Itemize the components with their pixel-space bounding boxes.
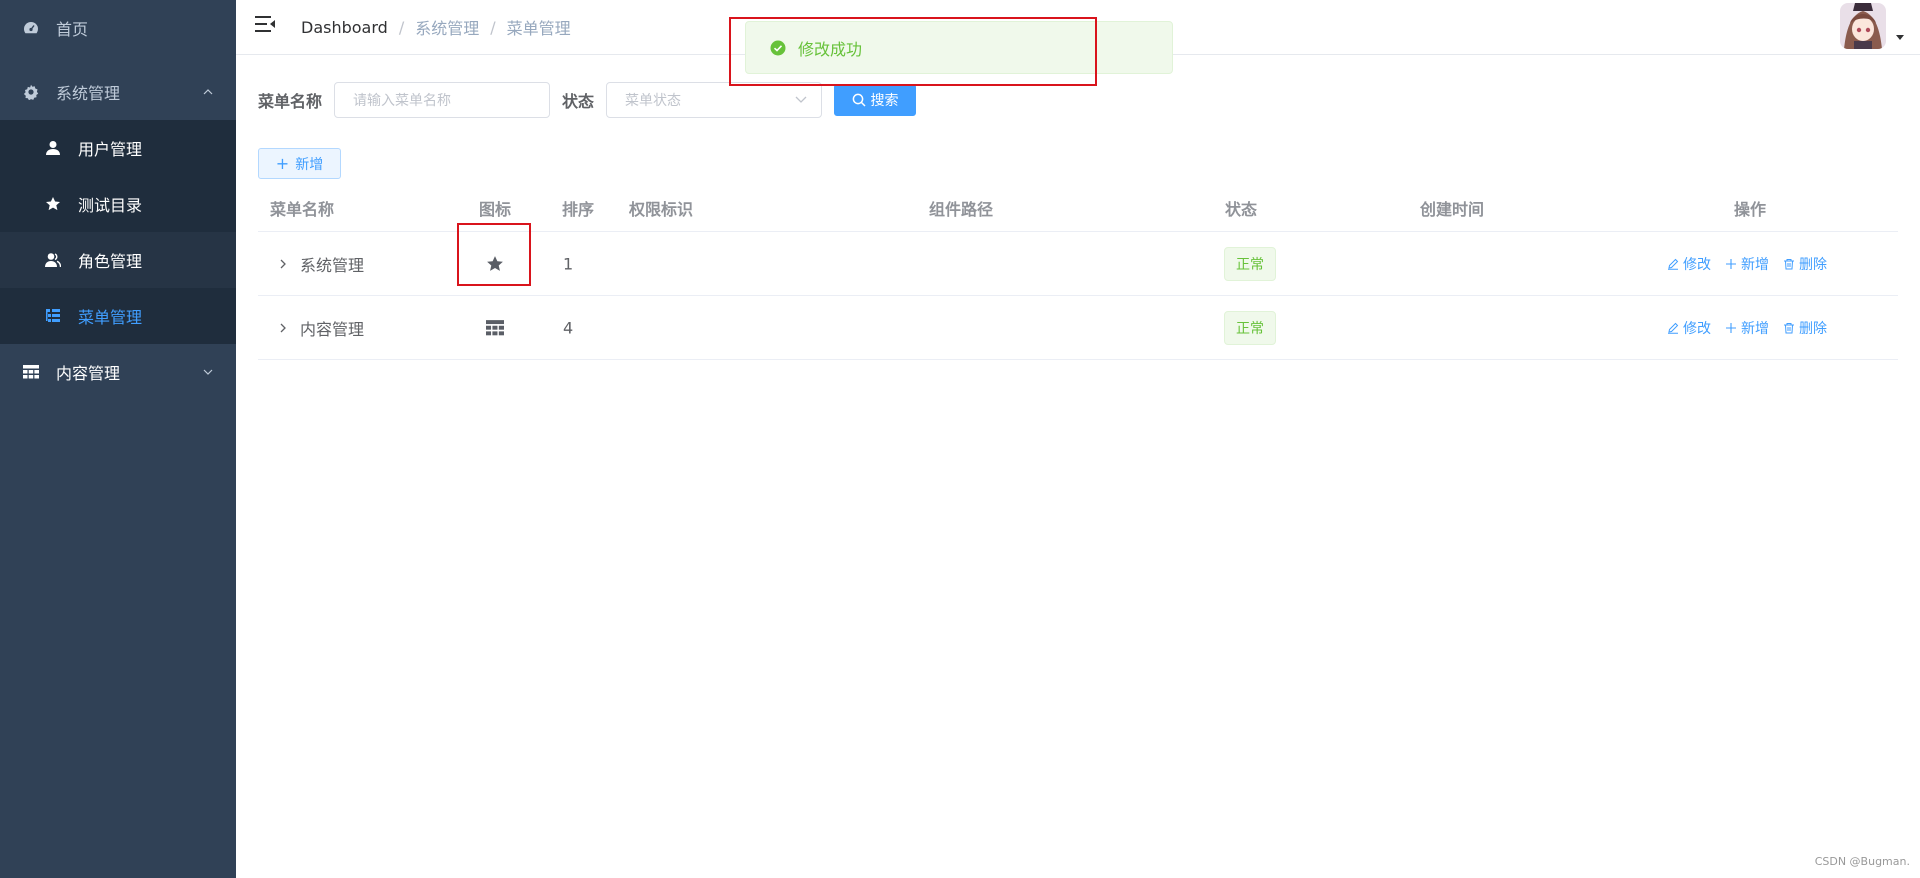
submenu-system: 用户管理 测试目录 角色管理 菜单管理 — [0, 120, 236, 344]
chevron-right-icon[interactable] — [278, 322, 288, 334]
edit-button[interactable]: 修改 — [1667, 318, 1711, 338]
hamburger-icon[interactable] — [254, 14, 276, 34]
table-icon — [20, 363, 42, 381]
plus-icon — [1726, 258, 1736, 269]
sidebar-item-label: 菜单管理 — [78, 308, 143, 327]
status-cell: 正常 — [1224, 310, 1276, 345]
name-cell: 内容管理 — [278, 316, 364, 340]
status-select[interactable]: 菜单状态 — [606, 82, 823, 118]
menu-name: 内容管理 — [300, 319, 365, 339]
add-button-label: 新增 — [295, 156, 324, 173]
sidebar-item-label: 首页 — [56, 20, 89, 39]
breadcrumb-item-system: 系统管理 — [415, 19, 480, 38]
status-placeholder: 菜单状态 — [625, 93, 682, 109]
menu-name-label: 菜单名称 — [258, 92, 323, 111]
icon-cell — [486, 319, 504, 336]
sidebar-item-label: 内容管理 — [56, 364, 121, 383]
sidebar-item-label: 用户管理 — [78, 140, 143, 159]
sidebar: 首页 系统管理 用户管理 测试目录 角色管理 菜单管理 内容管理 — [0, 0, 236, 878]
breadcrumb-item-dashboard[interactable]: Dashboard — [301, 18, 388, 37]
delete-label: 删除 — [1799, 320, 1827, 337]
add-child-button[interactable]: 新增 — [1725, 318, 1769, 338]
column-header-icon: 图标 — [479, 200, 512, 219]
search-button-label: 搜索 — [870, 93, 899, 109]
search-form: 菜单名称 请输入菜单名称 状态 菜单状态 搜索 — [258, 82, 917, 118]
column-header-created: 创建时间 — [1420, 200, 1485, 219]
column-header-order: 排序 — [562, 200, 595, 219]
highlight-box-icon — [457, 223, 531, 286]
sidebar-item-menus[interactable]: 菜单管理 — [0, 288, 236, 344]
edit-label: 修改 — [1683, 320, 1711, 337]
sidebar-item-label: 测试目录 — [78, 196, 143, 215]
status-badge: 正常 — [1224, 310, 1276, 345]
status-cell: 正常 — [1224, 246, 1276, 281]
gear-icon — [20, 83, 42, 101]
chevron-down-icon — [795, 96, 807, 103]
user-icon — [42, 139, 64, 157]
search-button[interactable]: 搜索 — [834, 84, 917, 116]
breadcrumb-separator: / — [398, 17, 405, 37]
column-header-actions: 操作 — [1734, 200, 1767, 219]
caret-down-icon[interactable] — [1894, 32, 1906, 42]
column-header-component: 组件路径 — [929, 200, 994, 219]
sidebar-item-label: 系统管理 — [56, 84, 121, 103]
breadcrumb-separator: / — [490, 17, 496, 37]
chevron-up-icon — [203, 89, 213, 95]
avatar[interactable] — [1840, 3, 1886, 49]
name-cell: 系统管理 — [278, 252, 364, 276]
add-label: 新增 — [1741, 256, 1769, 273]
highlight-box-toast — [729, 17, 1097, 86]
breadcrumb: Dashboard / 系统管理 / 菜单管理 — [301, 15, 571, 39]
users-icon — [42, 251, 64, 269]
table-icon — [486, 319, 504, 335]
add-child-button[interactable]: 新增 — [1725, 254, 1769, 274]
plus-icon: + — [275, 154, 290, 173]
star-icon — [42, 195, 64, 213]
column-header-perms: 权限标识 — [629, 200, 694, 219]
sidebar-item-system[interactable]: 系统管理 — [0, 64, 236, 120]
add-label: 新增 — [1741, 320, 1769, 337]
edit-label: 修改 — [1683, 256, 1711, 273]
tree-table-icon — [42, 307, 64, 325]
chevron-down-icon — [203, 369, 213, 375]
menu-name: 系统管理 — [300, 255, 365, 275]
delete-label: 删除 — [1799, 256, 1827, 273]
trash-icon — [1784, 258, 1794, 269]
edit-icon — [1668, 258, 1679, 270]
status-badge: 正常 — [1224, 246, 1276, 281]
search-icon — [852, 93, 866, 107]
sidebar-item-users[interactable]: 用户管理 — [0, 120, 236, 176]
actions-cell: 修改 新增 删除 — [1667, 254, 1841, 274]
dashboard-icon — [20, 19, 42, 37]
order-cell: 1 — [563, 254, 574, 273]
watermark: CSDN @Bugman. — [1814, 855, 1910, 868]
menu-name-input[interactable]: 请输入菜单名称 — [334, 82, 551, 118]
order-cell: 4 — [563, 318, 574, 337]
edit-icon — [1668, 322, 1679, 334]
user-dropdown[interactable] — [1840, 3, 1906, 49]
sidebar-item-home[interactable]: 首页 — [0, 0, 236, 56]
trash-icon — [1784, 322, 1794, 333]
delete-button[interactable]: 删除 — [1783, 318, 1827, 338]
delete-button[interactable]: 删除 — [1783, 254, 1827, 274]
column-header-name: 菜单名称 — [270, 200, 335, 219]
sidebar-item-roles[interactable]: 角色管理 — [0, 232, 236, 288]
actions-cell: 修改 新增 删除 — [1667, 318, 1841, 338]
sidebar-item-label: 角色管理 — [78, 252, 143, 271]
add-button[interactable]: + 新增 — [258, 148, 341, 179]
plus-icon — [1726, 322, 1736, 333]
table-row: 内容管理 4 正常 修改 新增 删除 — [258, 296, 1898, 360]
sidebar-item-test-dir[interactable]: 测试目录 — [0, 176, 236, 232]
chevron-right-icon[interactable] — [278, 258, 288, 270]
breadcrumb-item-menus: 菜单管理 — [506, 19, 571, 38]
sidebar-item-content[interactable]: 内容管理 — [0, 344, 236, 400]
edit-button[interactable]: 修改 — [1667, 254, 1711, 274]
status-label: 状态 — [562, 92, 595, 111]
column-header-status: 状态 — [1225, 200, 1258, 219]
menu-name-placeholder: 请输入菜单名称 — [353, 93, 452, 109]
